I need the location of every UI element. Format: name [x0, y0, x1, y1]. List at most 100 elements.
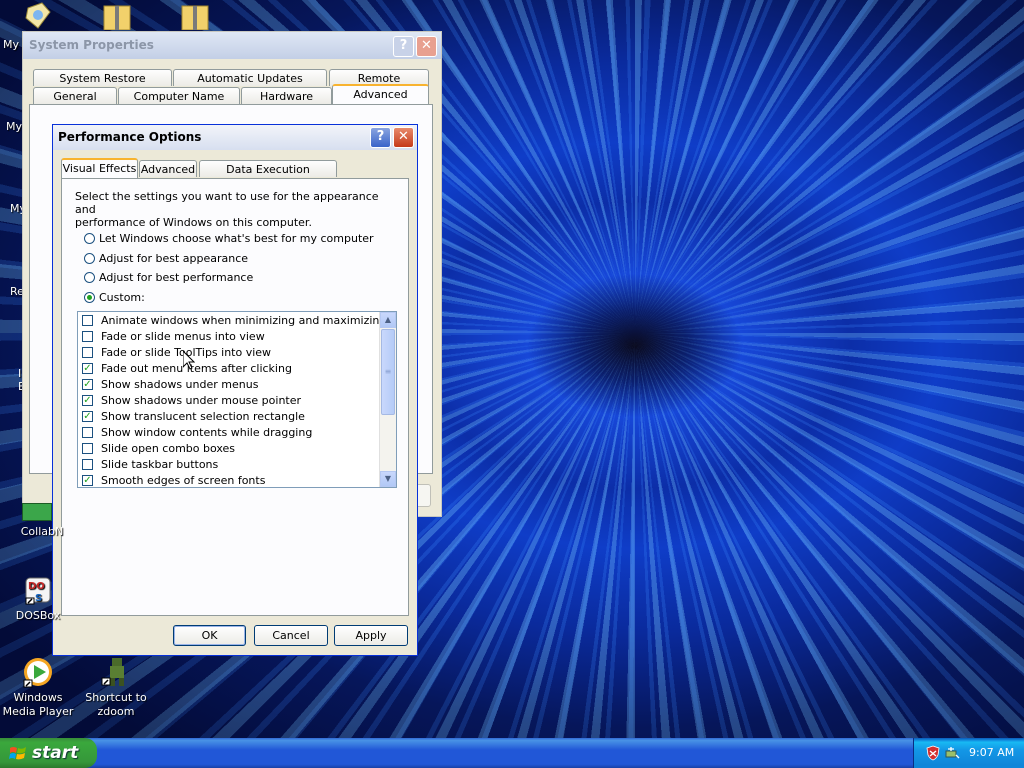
- scroll-thumb[interactable]: ≡: [381, 329, 395, 415]
- system-tray: 9:07 AM: [913, 738, 1024, 768]
- desktop-label-partial[interactable]: My: [6, 120, 22, 133]
- checkbox-checked[interactable]: ✓: [82, 378, 93, 390]
- tab-hardware[interactable]: Hardware: [241, 87, 332, 104]
- effect-label: Fade or slide menus into view: [101, 330, 265, 343]
- effects-scrollbar[interactable]: ▲ ≡ ▼: [379, 312, 396, 487]
- description-text: Select the settings you want to use for …: [75, 190, 385, 229]
- checkbox[interactable]: [82, 346, 93, 358]
- svg-text:DO: DO: [28, 581, 45, 592]
- zdoom-icon: [100, 656, 132, 688]
- desktop-icon-zdoom[interactable]: Shortcut to zdoom: [76, 656, 156, 719]
- checkbox-checked[interactable]: ✓: [82, 474, 93, 486]
- desktop-icon-label: DOSBox: [15, 609, 61, 622]
- svg-text:S: S: [35, 593, 42, 604]
- effect-item[interactable]: Fade or slide ToolTips into view: [82, 345, 271, 361]
- checkbox-checked[interactable]: ✓: [82, 410, 93, 422]
- zip-folder-icon: [181, 5, 209, 31]
- desktop-label-partial[interactable]: I: [18, 367, 21, 380]
- performance-options-titlebar[interactable]: Performance Options: [53, 125, 417, 150]
- effect-label: Animate windows when minimizing and maxi…: [101, 314, 387, 327]
- media-player-icon: [22, 656, 54, 688]
- effect-label: Fade out menu items after clicking: [101, 362, 292, 375]
- radio-custom[interactable]: Custom:: [84, 291, 145, 305]
- effect-item[interactable]: ✓ Show translucent selection rectangle: [82, 409, 305, 425]
- radio-button[interactable]: [84, 252, 95, 264]
- effect-item[interactable]: Show window contents while dragging: [82, 425, 312, 441]
- zip-folder-icon: [103, 5, 131, 31]
- desktop-icon-windows-media-player[interactable]: Windows Media Player: [0, 656, 78, 719]
- radio-label: Custom:: [99, 291, 145, 304]
- effect-label: Smooth edges of screen fonts: [101, 474, 266, 487]
- checkbox[interactable]: [82, 330, 93, 342]
- help-button[interactable]: ?: [370, 127, 391, 148]
- ok-button[interactable]: OK: [173, 625, 246, 646]
- visual-effects-panel: Select the settings you want to use for …: [61, 178, 409, 616]
- desktop-icon-dosbox[interactable]: DO S DOSBox: [0, 574, 78, 622]
- close-button[interactable]: ✕: [416, 36, 437, 57]
- desktop-icon-label: Windows Media Player: [2, 691, 74, 718]
- checkbox-checked[interactable]: ✓: [82, 362, 93, 374]
- performance-options-window[interactable]: Performance Options ? ✕ Visual Effects A…: [52, 124, 418, 656]
- taskbar: start 9:07 AM: [0, 738, 1024, 768]
- radio-button[interactable]: [84, 232, 95, 244]
- checkbox[interactable]: [82, 442, 93, 454]
- effect-item[interactable]: Animate windows when minimizing and maxi…: [82, 313, 386, 329]
- effect-label: Show translucent selection rectangle: [101, 410, 305, 423]
- effect-item[interactable]: Slide taskbar buttons: [82, 457, 218, 473]
- radio-button[interactable]: [84, 291, 95, 303]
- checkbox[interactable]: [82, 426, 93, 438]
- checkbox[interactable]: [82, 314, 93, 326]
- radio-best-performance[interactable]: Adjust for best performance: [84, 271, 253, 285]
- system-properties-titlebar[interactable]: System Properties: [23, 32, 441, 59]
- effect-item[interactable]: ✓ Show shadows under menus: [82, 377, 258, 393]
- desktop-icon-label: CollabN: [20, 525, 64, 538]
- checkbox[interactable]: [82, 458, 93, 470]
- tab-system-restore[interactable]: System Restore: [33, 69, 172, 86]
- safely-remove-hardware-icon[interactable]: [944, 745, 960, 761]
- description-line: Select the settings you want to use for …: [75, 190, 379, 216]
- mouse-pointer-icon: [183, 351, 195, 370]
- effect-label: Show shadows under menus: [101, 378, 259, 391]
- checkbox-checked[interactable]: ✓: [82, 394, 93, 406]
- effect-item[interactable]: Slide open combo boxes: [82, 441, 235, 457]
- close-button[interactable]: ✕: [393, 127, 414, 148]
- window-title: Performance Options: [58, 130, 202, 144]
- apply-button[interactable]: Apply: [334, 625, 408, 646]
- dosbox-icon: DO S: [22, 574, 54, 606]
- scroll-down-button[interactable]: ▼: [380, 471, 396, 487]
- tab-advanced[interactable]: Advanced: [332, 84, 429, 104]
- window-title: System Properties: [29, 38, 154, 52]
- scroll-up-button[interactable]: ▲: [380, 312, 396, 328]
- tab-general[interactable]: General: [33, 87, 117, 104]
- desktop-icon-collab[interactable]: CollabN: [2, 503, 82, 538]
- tab-visual-effects[interactable]: Visual Effects: [61, 158, 138, 178]
- effect-item[interactable]: Fade or slide menus into view: [82, 329, 265, 345]
- tab-automatic-updates[interactable]: Automatic Updates: [173, 69, 327, 86]
- desktop-icon-top-1[interactable]: [24, 2, 52, 30]
- document-icon: [25, 2, 51, 29]
- radio-label: Let Windows choose what's best for my co…: [99, 232, 374, 245]
- desktop-icon-label: Shortcut to zdoom: [85, 691, 147, 718]
- effect-label: Slide open combo boxes: [101, 442, 236, 455]
- tab-computer-name[interactable]: Computer Name: [118, 87, 240, 104]
- clock[interactable]: 9:07 AM: [969, 746, 1014, 759]
- effect-item[interactable]: ✓ Show shadows under mouse pointer: [82, 393, 301, 409]
- desktop-icon-top-2[interactable]: [102, 2, 132, 31]
- effect-item[interactable]: ✓ Smooth edges of screen fonts: [82, 473, 266, 487]
- desktop-label-partial[interactable]: My: [3, 38, 19, 51]
- effect-label: Show window contents while dragging: [101, 426, 313, 439]
- security-shield-icon[interactable]: [925, 745, 941, 761]
- radio-button[interactable]: [84, 271, 95, 283]
- tab-data-execution-prevention[interactable]: Data Execution Prevention: [199, 160, 337, 193]
- effects-list[interactable]: Animate windows when minimizing and maxi…: [77, 311, 397, 488]
- radio-let-windows-choose[interactable]: Let Windows choose what's best for my co…: [84, 232, 374, 246]
- start-button[interactable]: start: [0, 738, 97, 768]
- help-button[interactable]: ?: [393, 36, 414, 57]
- tab-advanced[interactable]: Advanced: [139, 160, 197, 177]
- windows-logo-icon: [9, 747, 26, 760]
- effect-label: Show shadows under mouse pointer: [101, 394, 302, 407]
- radio-label: Adjust for best appearance: [99, 252, 249, 265]
- cancel-button[interactable]: Cancel: [254, 625, 328, 646]
- radio-best-appearance[interactable]: Adjust for best appearance: [84, 252, 248, 266]
- desktop-icon-top-3[interactable]: [180, 2, 210, 31]
